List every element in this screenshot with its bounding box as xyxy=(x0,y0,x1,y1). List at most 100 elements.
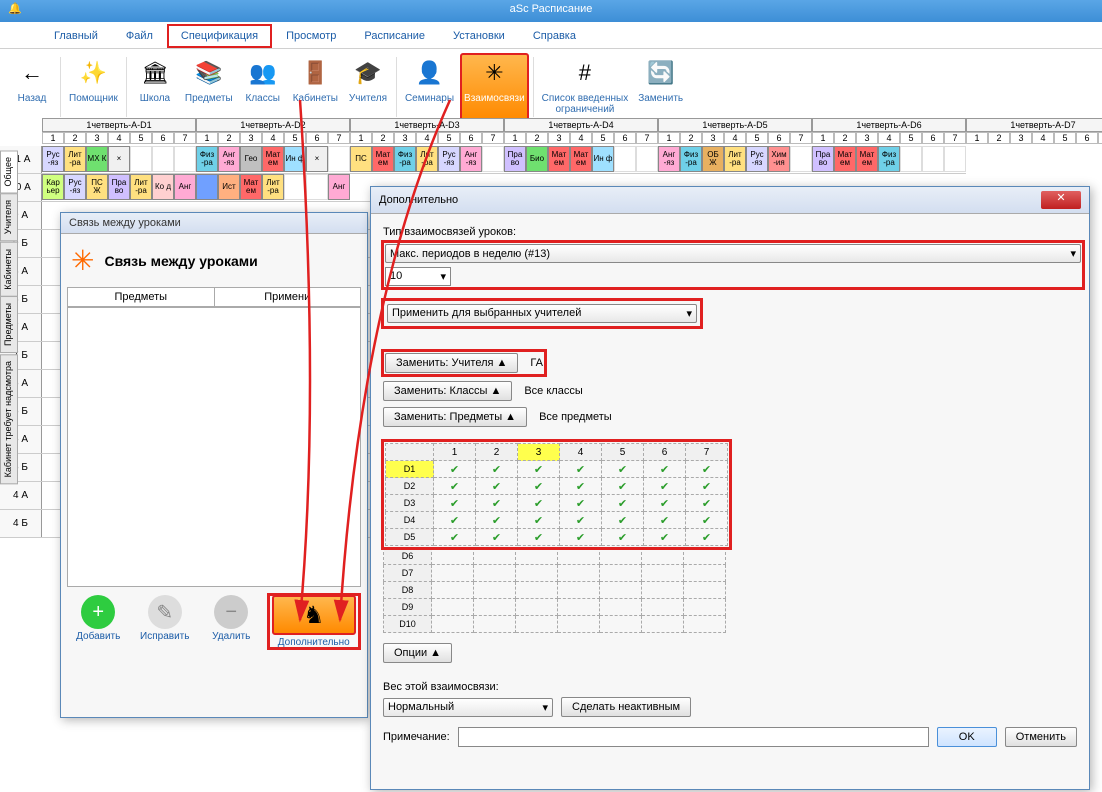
menu-установки[interactable]: Установки xyxy=(439,24,519,48)
lesson-cell[interactable] xyxy=(306,174,328,200)
ribbon-Помощник[interactable]: ✨Помощник xyxy=(65,53,122,121)
grid-cell[interactable]: ✔ xyxy=(644,529,686,546)
grid-cell[interactable]: ✔ xyxy=(686,529,728,546)
lesson-cell[interactable]: Лит -ра xyxy=(64,146,86,172)
more-button[interactable]: ♞ Дополнительно xyxy=(269,595,359,648)
grid-cell[interactable] xyxy=(642,616,684,633)
side-tab[interactable]: Кабинеты xyxy=(0,242,18,297)
grid-row-label[interactable]: D7 xyxy=(384,565,432,582)
grid-cell[interactable] xyxy=(558,599,600,616)
grid-cell[interactable] xyxy=(516,599,558,616)
lesson-cell[interactable] xyxy=(900,146,922,172)
grid-cell[interactable] xyxy=(432,616,474,633)
grid-cell[interactable]: ✔ xyxy=(686,512,728,529)
grid-cell[interactable] xyxy=(684,548,726,565)
grid-cell[interactable]: ✔ xyxy=(518,512,560,529)
grid-cell[interactable] xyxy=(474,565,516,582)
lesson-cell[interactable]: Лит -ра xyxy=(416,146,438,172)
menu-главный[interactable]: Главный xyxy=(40,24,112,48)
lesson-cell[interactable]: ПС Ж xyxy=(86,174,108,200)
count-select[interactable]: 10 ▾ xyxy=(385,267,451,286)
weight-select[interactable]: Нормальный ▾ xyxy=(383,698,553,717)
lesson-cell[interactable]: Хим -ия xyxy=(768,146,790,172)
grid-cell[interactable] xyxy=(642,582,684,599)
grid-cell[interactable]: ✔ xyxy=(602,461,644,478)
grid-cell[interactable]: ✔ xyxy=(434,495,476,512)
grid-cell[interactable] xyxy=(684,616,726,633)
grid-cell[interactable] xyxy=(516,582,558,599)
lesson-cell[interactable]: МХ К xyxy=(86,146,108,172)
lesson-cell[interactable]: Ист xyxy=(218,174,240,200)
lesson-cell[interactable] xyxy=(152,146,174,172)
lesson-cell[interactable]: Лит -ра xyxy=(130,174,152,200)
add-button[interactable]: + Добавить xyxy=(69,595,127,648)
grid-cell[interactable]: ✔ xyxy=(434,512,476,529)
grid-cell[interactable]: ✔ xyxy=(434,478,476,495)
grid-cell[interactable]: ✔ xyxy=(644,512,686,529)
grid-cell[interactable] xyxy=(432,565,474,582)
lesson-cell[interactable]: Анг xyxy=(174,174,196,200)
lesson-cell[interactable] xyxy=(174,146,196,172)
grid-cell[interactable]: ✔ xyxy=(644,461,686,478)
ribbon-Предметы[interactable]: 📚Предметы xyxy=(181,53,237,121)
lesson-cell[interactable] xyxy=(944,146,966,172)
note-input[interactable] xyxy=(458,727,929,747)
ribbon-Назад[interactable]: ←Назад xyxy=(8,53,56,121)
lesson-cell[interactable] xyxy=(922,146,944,172)
grid-cell[interactable] xyxy=(474,599,516,616)
grid-cell[interactable]: ✔ xyxy=(518,461,560,478)
grid-row-label[interactable]: D4 xyxy=(386,512,434,529)
grid-cell[interactable]: ✔ xyxy=(644,495,686,512)
lesson-cell[interactable]: Физ -ра xyxy=(196,146,218,172)
lesson-cell[interactable]: Ин ф xyxy=(592,146,614,172)
grid-cell[interactable] xyxy=(684,582,726,599)
grid-cell[interactable] xyxy=(516,565,558,582)
lesson-cell[interactable] xyxy=(614,146,636,172)
lesson-cell[interactable]: × xyxy=(306,146,328,172)
grid-cell[interactable]: ✔ xyxy=(476,512,518,529)
cancel-button[interactable]: Отменить xyxy=(1005,727,1077,747)
grid-cell[interactable]: ✔ xyxy=(560,512,602,529)
lesson-cell[interactable]: Мат ем xyxy=(548,146,570,172)
lesson-cell[interactable]: Физ -ра xyxy=(878,146,900,172)
ribbon-Школа[interactable]: 🏛Школа xyxy=(131,53,179,121)
side-tab[interactable]: Кабинет требует надсмотра xyxy=(0,354,18,484)
lesson-cell[interactable]: Анг -яз xyxy=(460,146,482,172)
lesson-cell[interactable]: Пра во xyxy=(812,146,834,172)
lesson-cell[interactable]: Пра во xyxy=(504,146,526,172)
lesson-cell[interactable]: Ко д xyxy=(152,174,174,200)
lesson-cell[interactable]: Мат ем xyxy=(856,146,878,172)
grid-row-label[interactable]: D2 xyxy=(386,478,434,495)
grid-row-label[interactable]: D1 xyxy=(386,461,434,478)
lesson-cell[interactable]: × xyxy=(108,146,130,172)
grid-col-header[interactable]: 3 xyxy=(518,444,560,461)
grid-col-header[interactable]: 1 xyxy=(434,444,476,461)
grid-cell[interactable]: ✔ xyxy=(602,529,644,546)
relations-list[interactable] xyxy=(67,307,361,587)
lesson-cell[interactable]: ПС xyxy=(350,146,372,172)
ribbon-Кабинеты[interactable]: 🚪Кабинеты xyxy=(289,53,342,121)
lesson-cell[interactable]: Физ -ра xyxy=(394,146,416,172)
lesson-cell[interactable]: Рус -яз xyxy=(746,146,768,172)
delete-button[interactable]: − Удалить xyxy=(202,595,260,648)
grid-cell[interactable] xyxy=(516,616,558,633)
grid-cell[interactable] xyxy=(558,565,600,582)
grid-cell[interactable] xyxy=(600,599,642,616)
period-grid[interactable]: 1234567D1✔✔✔✔✔✔✔D2✔✔✔✔✔✔✔D3✔✔✔✔✔✔✔D4✔✔✔✔… xyxy=(385,443,728,546)
make-inactive-button[interactable]: Сделать неактивным xyxy=(561,697,691,717)
lesson-cell[interactable]: Рус -яз xyxy=(64,174,86,200)
ribbon-Классы[interactable]: 👥Классы xyxy=(239,53,287,121)
lesson-cell[interactable]: Мат ем xyxy=(570,146,592,172)
ribbon-Заменить[interactable]: 🔄Заменить xyxy=(634,53,687,121)
grid-cell[interactable] xyxy=(432,582,474,599)
lesson-cell[interactable]: Био xyxy=(526,146,548,172)
grid-cell[interactable]: ✔ xyxy=(686,478,728,495)
lesson-cell[interactable]: Пра во xyxy=(108,174,130,200)
grid-cell[interactable]: ✔ xyxy=(518,495,560,512)
grid-cell[interactable] xyxy=(474,616,516,633)
grid-col-header[interactable]: 5 xyxy=(602,444,644,461)
ribbon-Список введенных[interactable]: #Список введенных ограничений xyxy=(538,53,633,121)
replace-classes-button[interactable]: Заменить: Классы ▲ xyxy=(383,381,512,401)
lesson-cell[interactable]: Мат ем xyxy=(262,146,284,172)
menu-расписание[interactable]: Расписание xyxy=(350,24,439,48)
